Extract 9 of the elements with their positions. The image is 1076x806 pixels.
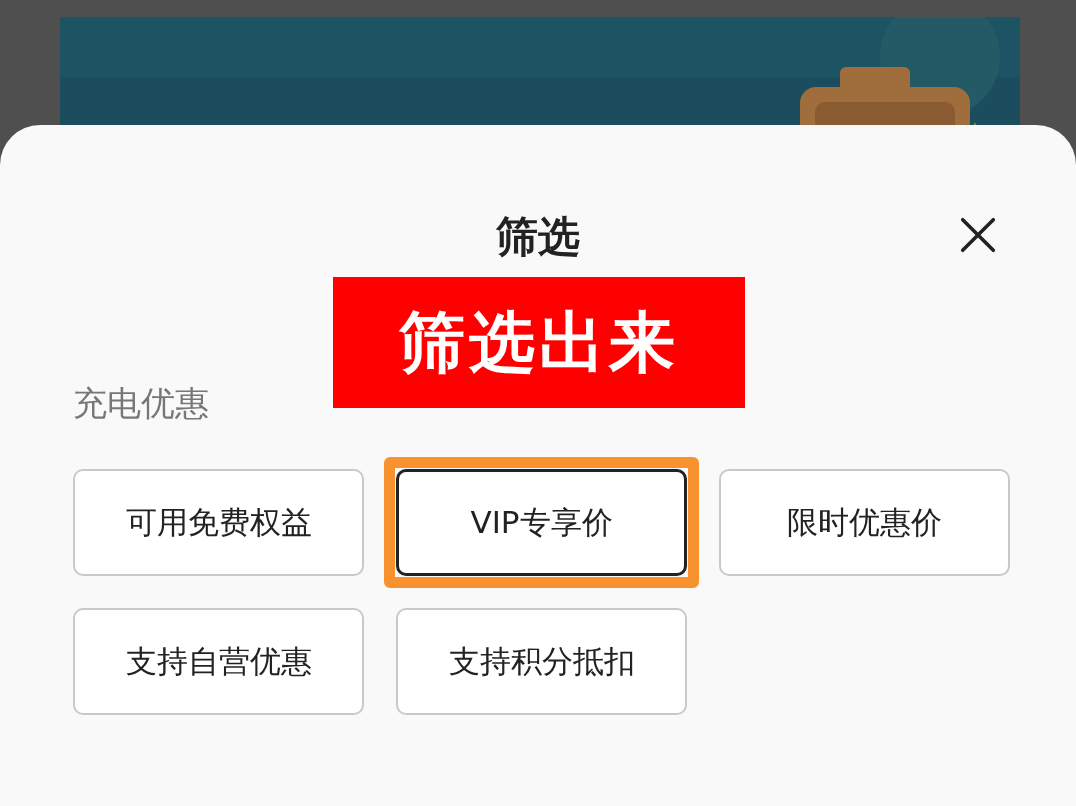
section-label: 充电优惠 bbox=[73, 382, 210, 425]
filter-chip[interactable]: VIP专享价 bbox=[396, 469, 687, 576]
annotation-label: 筛选出来 bbox=[333, 277, 745, 408]
filter-chip[interactable]: 可用免费权益 bbox=[73, 469, 364, 576]
close-icon[interactable] bbox=[960, 217, 996, 253]
filter-chip[interactable]: 支持积分抵扣 bbox=[396, 608, 687, 715]
sheet-title: 筛选 bbox=[496, 211, 580, 263]
filter-chip[interactable]: 限时优惠价 bbox=[719, 469, 1010, 576]
filter-chip[interactable]: 支持自营优惠 bbox=[73, 608, 364, 715]
